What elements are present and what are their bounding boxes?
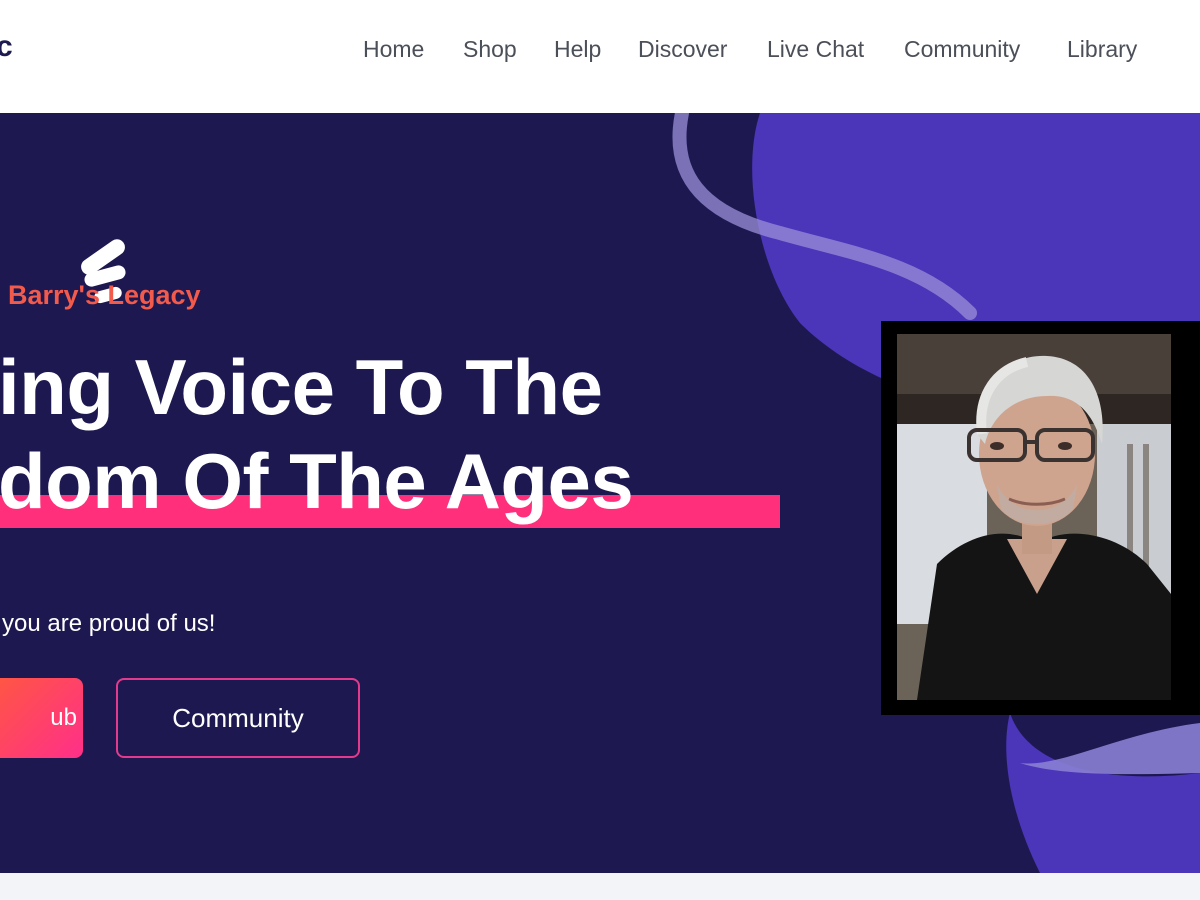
- nav-live-chat[interactable]: Live Chat: [767, 36, 864, 63]
- nav-home[interactable]: Home: [363, 36, 424, 63]
- primary-cta-button[interactable]: ub: [0, 678, 83, 758]
- hero-headline: ing Voice To The dom Of The Ages: [0, 340, 634, 528]
- hero-tagline: you are proud of us!: [2, 610, 216, 637]
- community-button[interactable]: Community: [116, 678, 360, 758]
- section-divider: [0, 873, 1200, 900]
- nav-shop[interactable]: Shop: [463, 36, 517, 63]
- portrait-photo: [897, 334, 1171, 700]
- top-navigation-bar: c Home Shop Help Discover Live Chat Comm…: [0, 0, 1200, 113]
- nav-discover[interactable]: Discover: [638, 36, 727, 63]
- hero-section: Barry's Legacy ing Voice To The dom Of T…: [0, 113, 1200, 873]
- main-nav: Home Shop Help Discover Live Chat Commun…: [0, 36, 1200, 66]
- brand-name: Barry's Legacy: [8, 280, 201, 310]
- portrait-frame: [881, 321, 1200, 715]
- headline-line-2: dom Of The Ages: [0, 437, 634, 525]
- primary-cta-label: ub: [50, 704, 77, 731]
- nav-help[interactable]: Help: [554, 36, 601, 63]
- nav-community[interactable]: Community: [904, 36, 1020, 63]
- nav-library[interactable]: Library: [1067, 36, 1137, 63]
- headline-line-1: ing Voice To The: [0, 343, 603, 431]
